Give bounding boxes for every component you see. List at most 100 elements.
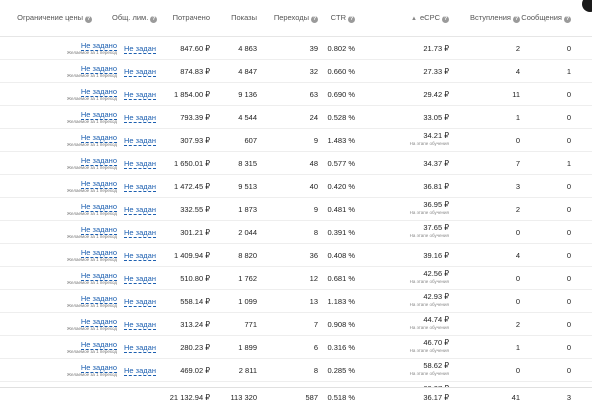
price-limit-caption: Желаемое за 1 переход bbox=[66, 73, 117, 78]
column-label: eCPC bbox=[419, 13, 440, 22]
general-limit-link[interactable]: Не задан bbox=[124, 343, 156, 353]
help-icon[interactable]: ? bbox=[564, 16, 571, 23]
general-limit-link[interactable]: Не задан bbox=[124, 113, 156, 123]
total-spent: 21 132.94 ₽ bbox=[169, 393, 210, 402]
column-header-messages[interactable]: Сообщения? bbox=[521, 0, 571, 36]
ecpc-learning-note: На этапе обучения bbox=[409, 348, 449, 353]
impressions-value: 771 bbox=[244, 320, 257, 329]
total-joins: 41 bbox=[511, 393, 520, 402]
price-limit-caption: Желаемое за 1 переход bbox=[66, 165, 117, 170]
ecpc-value: 36.81 ₽ bbox=[423, 182, 449, 191]
spent-value: 332.55 ₽ bbox=[180, 205, 210, 214]
column-label: Общ. лим. bbox=[112, 13, 149, 22]
spent-value: 1 409.94 ₽ bbox=[173, 251, 210, 260]
account-avatar-button[interactable] bbox=[582, 0, 592, 12]
table-row: Не задано Желаемое за 1 переход Не задан 51… bbox=[0, 267, 592, 290]
spent-value: 469.02 ₽ bbox=[180, 366, 210, 375]
impressions-value: 1 873 bbox=[238, 205, 257, 214]
total-messages: 3 bbox=[566, 393, 571, 402]
joins-value: 11 bbox=[512, 90, 520, 99]
ecpc-value: 34.37 ₽ bbox=[423, 159, 449, 168]
impressions-value: 2 811 bbox=[238, 366, 257, 375]
general-limit-link[interactable]: Не задан bbox=[124, 205, 156, 215]
column-header-spent[interactable]: Потрачено bbox=[173, 0, 210, 36]
impressions-value: 9 136 bbox=[238, 90, 257, 99]
clicks-value: 39 bbox=[309, 44, 318, 53]
column-header-clicks[interactable]: Переходы? bbox=[274, 0, 318, 36]
impressions-value: 8 315 bbox=[238, 159, 257, 168]
table-row: Не задано Желаемое за 1 переход Не задан 87… bbox=[0, 60, 592, 83]
messages-value: 0 bbox=[566, 297, 571, 306]
column-header-joins[interactable]: Вступления? bbox=[470, 0, 520, 36]
general-limit-link[interactable]: Не задан bbox=[124, 182, 156, 192]
general-limit-link[interactable]: Не задан bbox=[124, 90, 156, 100]
help-icon[interactable]: ? bbox=[85, 16, 92, 23]
help-icon[interactable]: ? bbox=[513, 16, 520, 23]
messages-value: 1 bbox=[566, 67, 571, 76]
impressions-value: 2 044 bbox=[238, 228, 257, 237]
help-icon[interactable]: ? bbox=[442, 16, 449, 23]
clicks-value: 13 bbox=[309, 297, 318, 306]
joins-value: 2 bbox=[515, 320, 520, 329]
ecpc-value: 33.05 ₽ bbox=[423, 113, 449, 122]
column-header-impressions[interactable]: Показы bbox=[231, 0, 257, 36]
column-header-ecpc[interactable]: ▲ eCPC? bbox=[411, 0, 449, 36]
column-label: Сообщения bbox=[521, 13, 562, 22]
joins-value: 4 bbox=[515, 251, 520, 260]
help-icon[interactable]: ? bbox=[348, 16, 355, 23]
general-limit-link[interactable]: Не задан bbox=[124, 228, 156, 238]
spent-value: 307.93 ₽ bbox=[180, 136, 210, 145]
general-limit-link[interactable]: Не задан bbox=[124, 44, 156, 54]
general-limit-link[interactable]: Не задан bbox=[124, 67, 156, 77]
messages-value: 0 bbox=[566, 113, 571, 122]
column-header-general-limit[interactable]: Общ. лим.? bbox=[112, 0, 158, 36]
table-row: Не задано Желаемое за 1 переход Не задан 55… bbox=[0, 290, 592, 313]
general-limit-link[interactable]: Не задан bbox=[124, 159, 156, 169]
ecpc-value: 29.42 ₽ bbox=[423, 90, 449, 99]
joins-value: 2 bbox=[515, 44, 520, 53]
impressions-value: 4 863 bbox=[238, 44, 257, 53]
ecpc-value: 44.74 ₽ bbox=[423, 315, 449, 324]
spent-value: 301.21 ₽ bbox=[180, 228, 210, 237]
price-limit-caption: Желаемое за 1 переход bbox=[66, 257, 117, 262]
clicks-value: 36 bbox=[309, 251, 318, 260]
general-limit-link[interactable]: Не задан bbox=[124, 274, 156, 284]
totals-row: 21 132.94 ₽ 113 320 587 0.518 % 36.17 ₽ … bbox=[0, 387, 592, 408]
table-row: Не задано Желаемое за 1 переход Не задан 1 … bbox=[0, 244, 592, 267]
price-limit-caption: Желаемое за 1 переход bbox=[66, 211, 117, 216]
clicks-value: 12 bbox=[309, 274, 318, 283]
ecpc-value: 21.73 ₽ bbox=[423, 44, 449, 53]
help-icon[interactable]: ? bbox=[311, 16, 318, 23]
price-limit-caption: Желаемое за 1 переход bbox=[66, 372, 117, 377]
clicks-value: 9 bbox=[313, 136, 318, 145]
impressions-value: 1 762 bbox=[238, 274, 257, 283]
general-limit-link[interactable]: Не задан bbox=[124, 297, 156, 307]
general-limit-link[interactable]: Не задан bbox=[124, 366, 156, 376]
ecpc-value: 42.93 ₽ bbox=[423, 292, 449, 301]
table-row: Не задано Желаемое за 1 переход Не задан 33… bbox=[0, 198, 592, 221]
ecpc-learning-note: На этапе обучения bbox=[409, 279, 449, 284]
joins-value: 0 bbox=[515, 297, 520, 306]
ecpc-value: 39.16 ₽ bbox=[423, 251, 449, 260]
column-header-price-limit[interactable]: Ограничение цены? bbox=[17, 0, 92, 36]
clicks-value: 6 bbox=[313, 343, 318, 352]
messages-value: 0 bbox=[566, 44, 571, 53]
price-limit-caption: Желаемое за 1 переход bbox=[66, 326, 117, 331]
spent-value: 793.39 ₽ bbox=[180, 113, 210, 122]
messages-value: 0 bbox=[566, 205, 571, 214]
column-header-ctr[interactable]: CTR? bbox=[331, 0, 355, 36]
impressions-value: 4 544 bbox=[238, 113, 257, 122]
spent-value: 1 472.45 ₽ bbox=[173, 182, 210, 191]
ctr-value: 1.183 % bbox=[327, 297, 355, 306]
general-limit-link[interactable]: Не задан bbox=[124, 136, 156, 146]
clicks-value: 7 bbox=[313, 320, 318, 329]
table-row: Не задано Желаемое за 1 переход Не задан 79… bbox=[0, 106, 592, 129]
general-limit-link[interactable]: Не задан bbox=[124, 320, 156, 330]
spent-value: 847.60 ₽ bbox=[180, 44, 210, 53]
help-icon[interactable]: ? bbox=[150, 16, 158, 23]
general-limit-link[interactable]: Не задан bbox=[124, 251, 156, 261]
impressions-value: 1 899 bbox=[238, 343, 257, 352]
ecpc-value: 37.65 ₽ bbox=[423, 223, 449, 232]
ecpc-learning-note: На этапе обучения bbox=[409, 302, 449, 307]
price-limit-caption: Желаемое за 1 переход bbox=[66, 234, 117, 239]
